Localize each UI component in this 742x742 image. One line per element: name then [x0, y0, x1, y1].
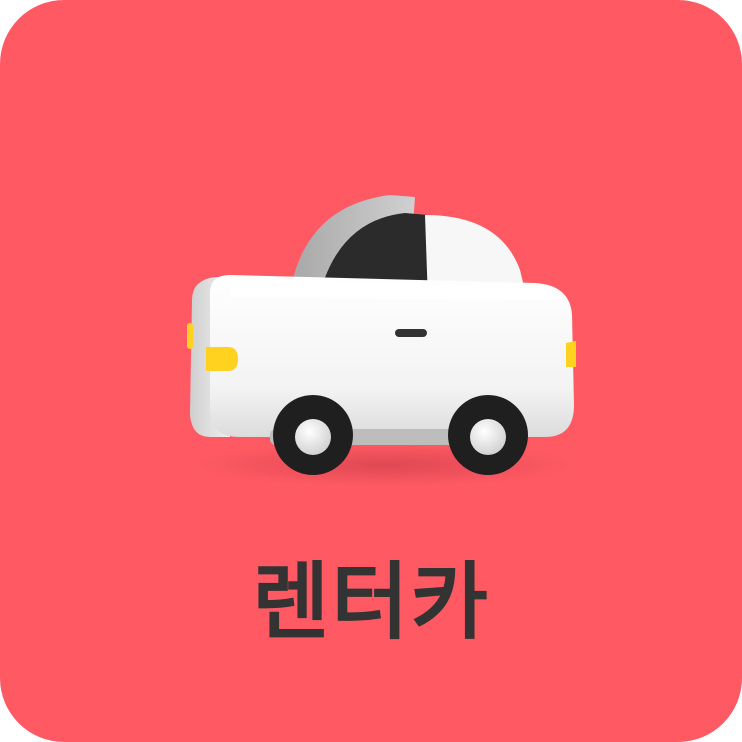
front-light [566, 341, 576, 367]
tile-label: 렌터카 [252, 553, 490, 651]
rear-wheel [273, 395, 353, 475]
door-handle [395, 329, 427, 337]
rental-car-icon [170, 175, 590, 495]
front-wheel [448, 395, 528, 475]
rear-light [206, 347, 238, 371]
rental-car-tile[interactable]: 렌터카 [0, 0, 742, 742]
